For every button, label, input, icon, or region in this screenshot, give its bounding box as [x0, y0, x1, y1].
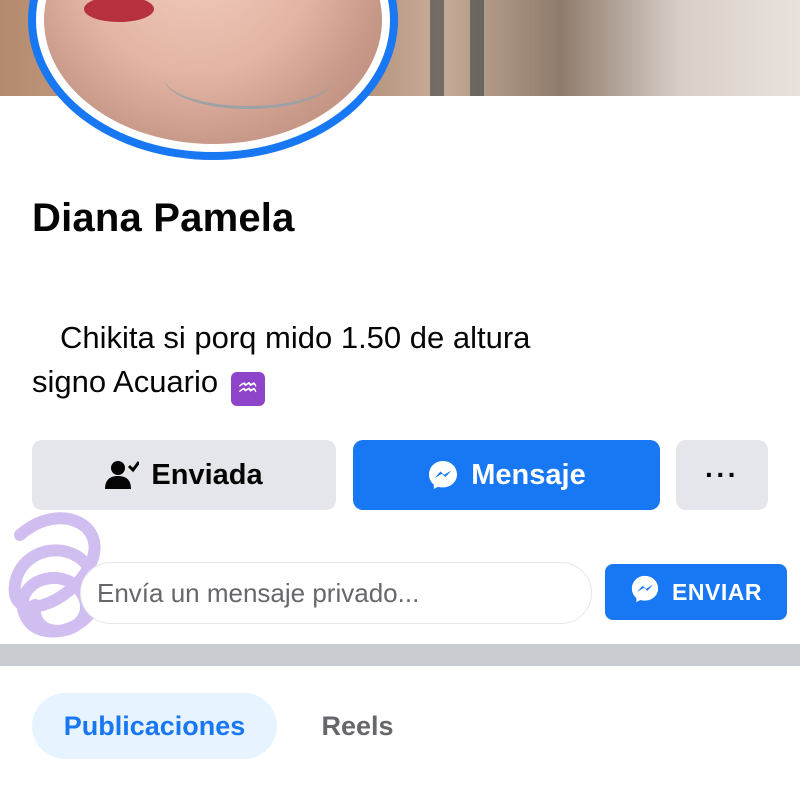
messenger-icon	[630, 574, 660, 610]
avatar-photo-detail	[84, 0, 154, 22]
aquarius-emoji: ♒	[230, 372, 265, 406]
profile-name: Diana Pamela	[32, 196, 295, 240]
section-divider	[0, 644, 800, 666]
send-label: ENVIAR	[672, 578, 762, 605]
cover-photo-detail	[430, 0, 444, 96]
tab-reels[interactable]: Reels	[300, 693, 415, 759]
private-message-input[interactable]	[80, 562, 592, 624]
bio-line-1: Chikita si porq mido 1.50 de altura	[60, 320, 531, 355]
friend-request-label: Enviada	[151, 458, 263, 491]
send-message-button[interactable]: ENVIAR	[605, 564, 787, 620]
message-button[interactable]: Mensaje	[353, 440, 660, 510]
tab-publicaciones[interactable]: Publicaciones	[32, 693, 277, 759]
bio-line-2-text: signo Acuario	[32, 364, 219, 399]
messenger-icon	[427, 459, 459, 491]
cover-photo-detail	[470, 0, 484, 96]
bio-line-2: signo Acuario ♒	[32, 360, 672, 406]
message-label: Mensaje	[471, 458, 586, 491]
friend-request-sent-button[interactable]: Enviada	[32, 440, 336, 510]
avatar-photo-detail	[164, 46, 334, 109]
more-options-button[interactable]: ···	[676, 440, 768, 510]
profile-bio: Chikita si porq mido 1.50 de altura sign…	[32, 316, 672, 406]
more-dots-icon: ···	[705, 459, 739, 490]
person-check-icon	[105, 460, 140, 490]
